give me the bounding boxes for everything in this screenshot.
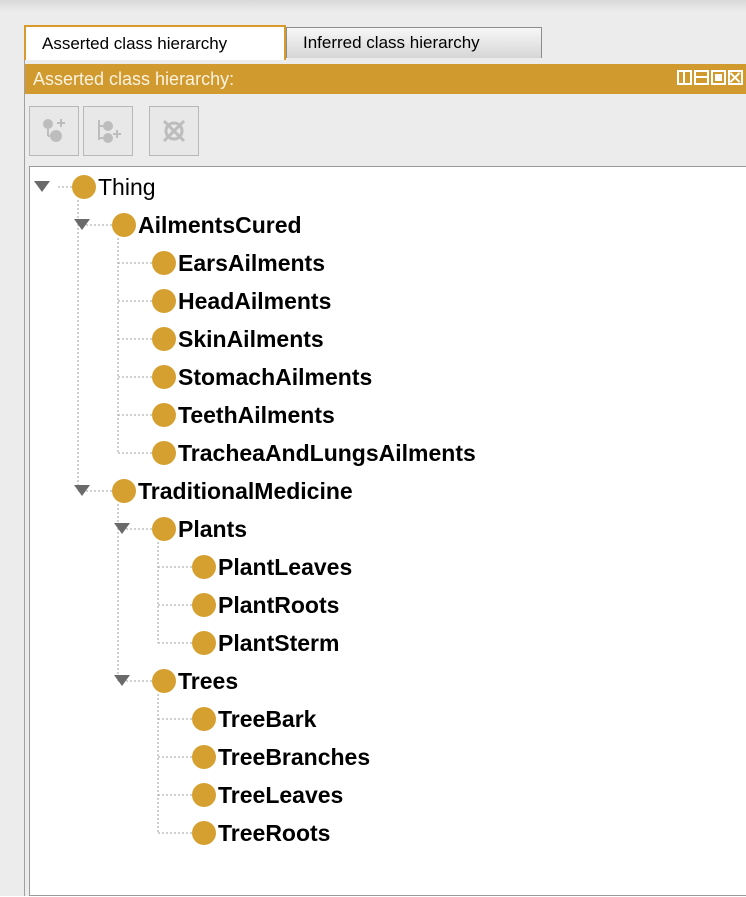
class-icon bbox=[192, 631, 216, 655]
class-icon bbox=[192, 821, 216, 845]
class-icon bbox=[192, 593, 216, 617]
split-vertical-icon[interactable] bbox=[677, 70, 692, 85]
tree-node-label: PlantSterm bbox=[218, 629, 340, 656]
tab-asserted-class-hierarchy[interactable]: Asserted class hierarchy bbox=[24, 25, 286, 60]
tree-node-teethailments[interactable]: TeethAilments bbox=[152, 400, 335, 430]
collapse-plants-toggle[interactable] bbox=[114, 523, 130, 534]
hierarchy-toolbar bbox=[29, 106, 229, 158]
class-tree[interactable]: Thing AilmentsCured EarsAilments HeadAil… bbox=[29, 166, 746, 896]
tree-node-label: Plants bbox=[178, 515, 248, 542]
tree-node-earsailments[interactable]: EarsAilments bbox=[152, 248, 325, 278]
class-icon bbox=[152, 441, 176, 465]
tree-node-label: TraditionalMedicine bbox=[138, 477, 353, 504]
tree-node-plantsterm[interactable]: PlantSterm bbox=[192, 628, 339, 658]
collapse-traditionalmedicine-toggle[interactable] bbox=[74, 485, 90, 496]
tree-node-skinailments[interactable]: SkinAilments bbox=[152, 324, 324, 354]
collapse-trees-toggle[interactable] bbox=[114, 675, 130, 686]
class-icon bbox=[192, 555, 216, 579]
tree-node-label: TracheaAndLungsAilments bbox=[178, 439, 476, 466]
tree-node-trees[interactable]: Trees bbox=[152, 666, 238, 696]
tree-node-label: TreeLeaves bbox=[218, 781, 344, 808]
add-sibling-button[interactable] bbox=[83, 106, 133, 156]
tree-node-treeroots[interactable]: TreeRoots bbox=[192, 818, 330, 848]
tree-node-label: TreeBark bbox=[218, 705, 317, 732]
class-icon bbox=[112, 479, 136, 503]
class-icon bbox=[152, 327, 176, 351]
class-icon bbox=[192, 745, 216, 769]
tree-node-tracheaandlungsailments[interactable]: TracheaAndLungsAilments bbox=[152, 438, 476, 468]
panel-window-controls bbox=[677, 70, 743, 88]
tree-node-ailmentscured[interactable]: AilmentsCured bbox=[112, 210, 302, 240]
class-icon bbox=[192, 707, 216, 731]
panel-header: Asserted class hierarchy: bbox=[25, 64, 746, 94]
tree-node-label: PlantRoots bbox=[218, 591, 340, 618]
class-icon bbox=[152, 289, 176, 313]
class-hierarchy-panel: Asserted class hierarchy: Thing Ailments… bbox=[24, 60, 746, 896]
tab-bar: Asserted class hierarchy Inferred class … bbox=[24, 25, 746, 60]
tab-inferred-class-hierarchy[interactable]: Inferred class hierarchy bbox=[286, 27, 542, 58]
split-horizontal-icon[interactable] bbox=[694, 70, 709, 85]
tree-node-label: SkinAilments bbox=[178, 325, 324, 352]
tree-node-label: HeadAilments bbox=[178, 287, 332, 314]
collapse-ailmentscured-toggle[interactable] bbox=[74, 219, 90, 230]
tree-node-treeleaves[interactable]: TreeLeaves bbox=[192, 780, 343, 810]
protege-window: Asserted class hierarchy Inferred class … bbox=[0, 0, 746, 896]
tree-node-stomachailments[interactable]: StomachAilments bbox=[152, 362, 372, 392]
class-icon bbox=[152, 365, 176, 389]
tree-node-label: StomachAilments bbox=[178, 363, 373, 390]
tree-node-plantleaves[interactable]: PlantLeaves bbox=[192, 552, 352, 582]
tree-node-plants[interactable]: Plants bbox=[152, 514, 247, 544]
tree-node-label: PlantLeaves bbox=[218, 553, 353, 580]
tree-node-label: TeethAilments bbox=[178, 401, 335, 428]
tree-node-label: Trees bbox=[178, 667, 239, 694]
window-top-bar bbox=[0, 0, 746, 12]
tree-node-headailments[interactable]: HeadAilments bbox=[152, 286, 331, 316]
class-icon bbox=[112, 213, 136, 237]
class-icon bbox=[152, 403, 176, 427]
panel-title: Asserted class hierarchy: bbox=[33, 69, 235, 89]
class-icon bbox=[152, 251, 176, 275]
add-sibling-icon bbox=[98, 120, 121, 143]
close-icon[interactable] bbox=[728, 70, 743, 85]
delete-class-icon bbox=[162, 119, 186, 143]
tree-node-plantroots[interactable]: PlantRoots bbox=[192, 590, 339, 620]
collapse-thing-toggle[interactable] bbox=[34, 181, 50, 192]
tree-node-label: TreeRoots bbox=[218, 819, 331, 846]
tree-connector-lines bbox=[58, 186, 192, 834]
tree-node-label: Thing bbox=[98, 173, 156, 200]
class-icon bbox=[152, 517, 176, 541]
class-icon bbox=[152, 669, 176, 693]
tree-node-label: AilmentsCured bbox=[138, 211, 302, 238]
class-icon bbox=[192, 783, 216, 807]
class-icon bbox=[72, 175, 96, 199]
add-subclass-button[interactable] bbox=[29, 106, 79, 156]
tree-node-treebranches[interactable]: TreeBranches bbox=[192, 742, 370, 772]
maximize-icon[interactable] bbox=[711, 70, 726, 85]
tree-node-label: TreeBranches bbox=[218, 743, 371, 770]
tree-node-thing[interactable]: Thing bbox=[72, 172, 156, 202]
delete-class-button[interactable] bbox=[149, 106, 199, 156]
tree-node-treebark[interactable]: TreeBark bbox=[192, 704, 316, 734]
add-subclass-icon bbox=[43, 119, 65, 142]
tree-node-traditionalmedicine[interactable]: TraditionalMedicine bbox=[112, 476, 353, 506]
tree-node-label: EarsAilments bbox=[178, 249, 326, 276]
